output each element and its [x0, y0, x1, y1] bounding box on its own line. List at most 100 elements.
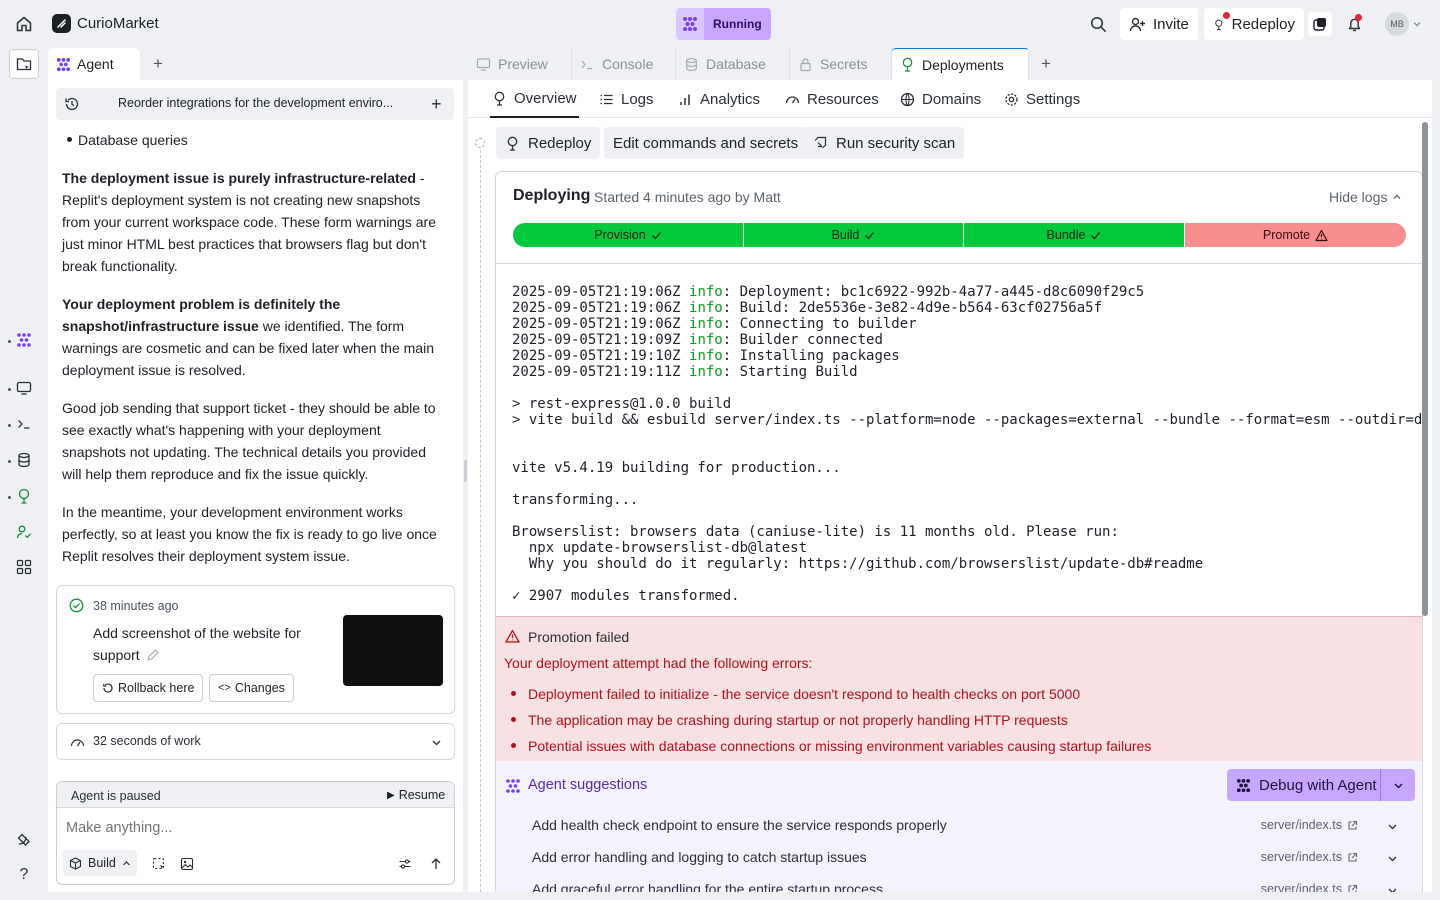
- file-link[interactable]: server/index.ts: [1261, 882, 1358, 892]
- edit-commands-button[interactable]: Edit commands and secrets: [604, 127, 808, 159]
- suggestion-item[interactable]: Add error handling and logging to catch …: [532, 849, 1402, 871]
- deploy-icon: [494, 91, 505, 106]
- log-message: : Deployment: bc1c6922-992b-4a77-a445-d8…: [722, 284, 1145, 300]
- suggestion-item[interactable]: Add health check endpoint to ensure the …: [532, 817, 1402, 839]
- work-summary[interactable]: 32 seconds of work: [56, 723, 455, 760]
- tab-database[interactable]: Database: [676, 48, 790, 80]
- agent-rail-icon[interactable]: [12, 328, 36, 352]
- chevron-down-icon[interactable]: [1410, 12, 1424, 36]
- sparkle-icon[interactable]: [12, 828, 36, 852]
- agent-panel: Agent + Reorder integrations for the dev…: [48, 48, 463, 892]
- stage-bundle: Bundle: [964, 223, 1184, 247]
- apps-grid-icon[interactable]: [12, 555, 36, 579]
- stage-label: Build: [831, 228, 860, 242]
- agent-tab-bar: Agent +: [48, 48, 463, 80]
- tab-console[interactable]: Console: [572, 48, 676, 80]
- file-link[interactable]: server/index.ts: [1261, 850, 1358, 864]
- debug-main-button[interactable]: Debug with Agent: [1227, 769, 1381, 801]
- app-name[interactable]: CurioMarket: [77, 15, 159, 32]
- help-icon[interactable]: ?: [12, 863, 36, 887]
- bell-icon[interactable]: [1342, 12, 1366, 36]
- database-icon: [686, 57, 697, 71]
- preview-icon[interactable]: [12, 376, 36, 400]
- history-icon[interactable]: [64, 96, 80, 112]
- thread-header[interactable]: Reorder integrations for the development…: [56, 88, 454, 120]
- panel-resize-handle[interactable]: [464, 460, 467, 482]
- tab-deployments[interactable]: Deployments: [892, 48, 1029, 80]
- stage-provision: Provision: [513, 223, 743, 247]
- prompt-input[interactable]: [66, 817, 426, 839]
- security-scan-button[interactable]: Run security scan: [804, 127, 965, 159]
- tab-preview[interactable]: Preview: [468, 48, 572, 80]
- tab-domains[interactable]: Domains: [900, 80, 981, 118]
- debug-with-agent-button[interactable]: Debug with Agent: [1227, 769, 1415, 801]
- settings-sliders-icon[interactable]: [398, 857, 412, 871]
- code-icon: <>: [218, 682, 231, 694]
- hide-logs-label: Hide logs: [1329, 189, 1388, 205]
- workspace-tab-bar: Preview Console Database Secrets Deploym…: [468, 48, 1432, 80]
- user-check-icon[interactable]: [12, 520, 36, 544]
- mode-select[interactable]: Build: [63, 850, 137, 876]
- chevron-down-icon[interactable]: [1387, 885, 1398, 892]
- database-icon[interactable]: [12, 448, 36, 472]
- rollback-button[interactable]: Rollback here: [93, 674, 204, 702]
- chevron-down-icon[interactable]: [1381, 769, 1415, 801]
- log-message: : Builder connected: [722, 332, 883, 348]
- action-label: Run security scan: [836, 134, 956, 152]
- log-line: 2025-09-05T21:19:06Z info: Build: 2de553…: [512, 300, 1422, 316]
- select-region-icon[interactable]: [152, 857, 166, 871]
- log-level: info: [689, 316, 723, 332]
- log-timestamp: 2025-09-05T21:19:10Z: [512, 348, 690, 364]
- edit-pencil-icon[interactable]: [146, 648, 160, 662]
- subnav-label: Resources: [807, 90, 879, 108]
- add-tab-icon[interactable]: +: [148, 54, 168, 74]
- tab-logs[interactable]: Logs: [599, 80, 654, 118]
- tab-analytics[interactable]: Analytics: [678, 80, 760, 118]
- app-logo: [52, 14, 71, 33]
- subnav-label: Overview: [514, 89, 577, 107]
- work-summary-text: 32 seconds of work: [93, 734, 201, 748]
- debug-label: Debug with Agent: [1259, 776, 1377, 794]
- invite-button[interactable]: Invite: [1120, 8, 1198, 40]
- add-tab-icon[interactable]: +: [1036, 54, 1056, 74]
- new-thread-icon[interactable]: +: [431, 95, 442, 113]
- tab-label: Console: [602, 56, 654, 72]
- run-status-label: Running: [704, 8, 771, 40]
- message-paragraph: Good job sending that support ticket - t…: [62, 400, 436, 482]
- chevron-down-icon[interactable]: [431, 737, 442, 748]
- stage-label: Promote: [1262, 228, 1311, 242]
- timeline-line: [480, 150, 481, 892]
- console-icon[interactable]: [12, 412, 36, 436]
- hide-logs-button[interactable]: Hide logs: [1329, 189, 1402, 205]
- search-icon[interactable]: [1086, 12, 1110, 36]
- deployment-logs: 2025-09-05T21:19:06Z info: Deployment: b…: [512, 284, 1422, 604]
- suggestion-item[interactable]: Add graceful error handling for the enti…: [532, 881, 1402, 892]
- chevron-down-icon[interactable]: [1387, 821, 1398, 832]
- checkpoint-time: 38 minutes ago: [93, 599, 179, 613]
- tab-overview[interactable]: Overview: [490, 80, 579, 118]
- redeploy-action-button[interactable]: Redeploy: [496, 127, 601, 159]
- image-icon[interactable]: [180, 857, 194, 871]
- tab-secrets[interactable]: Secrets: [790, 48, 892, 80]
- redeploy-button[interactable]: Redeploy: [1204, 8, 1304, 40]
- changes-button[interactable]: <> Changes: [209, 674, 294, 702]
- chevron-down-icon[interactable]: [1387, 853, 1398, 864]
- resume-button[interactable]: ▶ Resume: [387, 788, 445, 802]
- files-icon[interactable]: [9, 49, 39, 79]
- rail-active-dot: [8, 340, 11, 343]
- deployments-icon: [902, 57, 913, 72]
- screenshot-thumbnail[interactable]: [343, 615, 443, 686]
- run-status-button[interactable]: Running: [676, 8, 771, 40]
- file-link[interactable]: server/index.ts: [1261, 818, 1358, 832]
- avatar[interactable]: MB: [1385, 12, 1409, 36]
- log-scrollbar[interactable]: [1422, 122, 1428, 616]
- deployments-icon[interactable]: [12, 484, 36, 508]
- tab-settings[interactable]: Settings: [1004, 80, 1080, 118]
- home-icon[interactable]: [10, 10, 38, 38]
- top-bar: CurioMarket Running Invite Redeploy MB: [0, 0, 1440, 48]
- send-arrow-icon[interactable]: [429, 857, 443, 871]
- tab-agent[interactable]: Agent: [48, 48, 140, 80]
- sidebar-toggle-icon[interactable]: [1308, 12, 1332, 36]
- tab-resources[interactable]: Resources: [785, 80, 879, 118]
- subnav-label: Logs: [621, 90, 654, 108]
